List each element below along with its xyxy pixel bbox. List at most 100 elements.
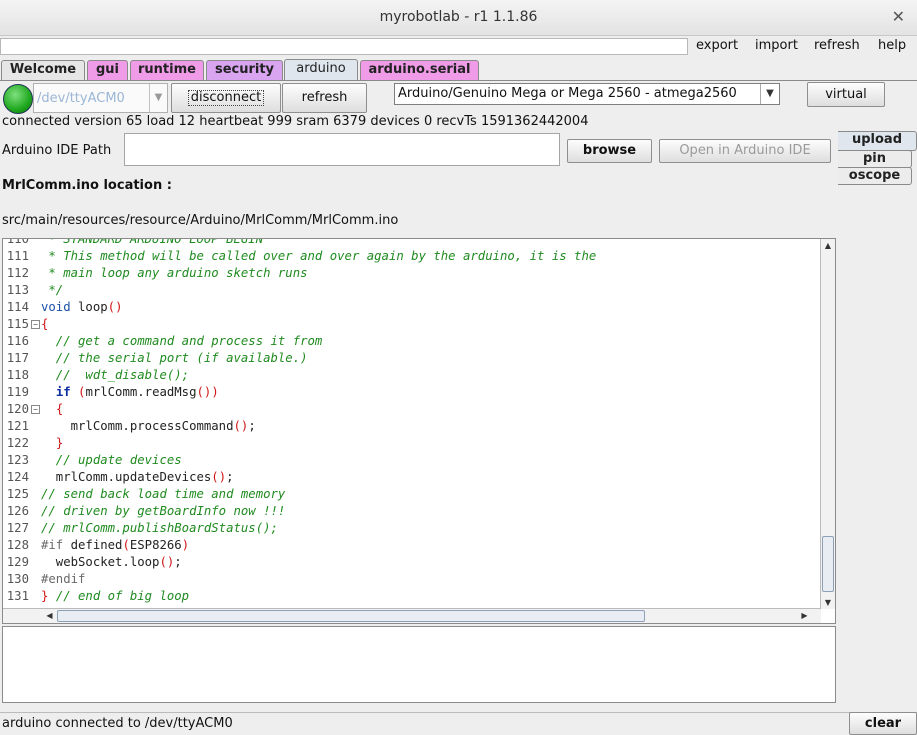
open-arduino-ide-button[interactable]: Open in Arduino IDE <box>659 139 831 163</box>
code-line[interactable]: 130 #endif <box>3 571 821 588</box>
code-line[interactable]: 117 // the serial port (if available.) <box>3 350 821 367</box>
code-text: { <box>55 402 64 416</box>
board-select[interactable]: Arduino/Genuino Mega or Mega 2560 - atme… <box>394 83 780 105</box>
scroll-up-icon[interactable]: ▲ <box>821 239 835 252</box>
disconnect-button[interactable]: disconnect <box>171 83 281 113</box>
line-number: 118 <box>6 368 29 382</box>
tab-arduino-serial[interactable]: arduino.serial <box>360 60 479 80</box>
code-text: // mrlComm.publishBoardStatus(); <box>41 521 278 535</box>
code-line[interactable]: 131 } // end of big loop <box>3 588 821 605</box>
virtual-button[interactable]: virtual <box>807 82 885 107</box>
menu-help[interactable]: help <box>878 38 906 53</box>
code-line[interactable]: 118 // wdt_disable(); <box>3 367 821 384</box>
code-line[interactable]: 126 // driven by getBoardInfo now !!! <box>3 503 821 520</box>
code-line[interactable]: 123 // update devices <box>3 452 821 469</box>
code-text: // wdt_disable(); <box>41 368 190 382</box>
line-number: 120 <box>6 402 29 416</box>
scroll-left-icon[interactable]: ◀ <box>43 609 56 623</box>
connection-status-led <box>3 84 33 114</box>
code-line[interactable]: 111 * This method will be called over an… <box>3 248 821 265</box>
code-line[interactable]: 125 // send back load time and memory <box>3 486 821 503</box>
tab-runtime[interactable]: runtime <box>130 60 204 80</box>
chevron-down-icon[interactable]: ▼ <box>760 84 779 104</box>
code-line[interactable]: 124 mrlComm.updateDevices(); <box>3 469 821 486</box>
code-editor[interactable]: 110 * STANDARD ARDUINO LOOP BEGIN 111 * T… <box>2 238 836 624</box>
code-line[interactable]: 129 webSocket.loop(); <box>3 554 821 571</box>
line-number: 112 <box>6 266 29 280</box>
fold-toggle-icon[interactable]: − <box>31 405 40 414</box>
code-line[interactable]: 122 } <box>3 435 821 452</box>
code-text: } <box>55 436 64 450</box>
line-number: 113 <box>6 283 29 297</box>
tab-upload[interactable]: upload <box>838 131 917 151</box>
menu-refresh[interactable]: refresh <box>814 38 860 53</box>
line-number: 128 <box>6 538 29 552</box>
clear-button[interactable]: clear <box>849 712 917 735</box>
fold-toggle-icon[interactable]: − <box>31 320 40 329</box>
ide-path-input[interactable] <box>124 133 560 166</box>
line-number: 117 <box>6 351 29 365</box>
code-text: if (mrlComm.readMsg()) <box>55 385 219 399</box>
tab-gui[interactable]: gui <box>87 60 128 80</box>
code-text: * This method will be called over and ov… <box>41 249 597 263</box>
code-line[interactable]: 116 // get a command and process it from <box>3 333 821 350</box>
code-text: { <box>41 317 49 331</box>
scroll-down-icon[interactable]: ▼ <box>821 596 835 609</box>
menu-export[interactable]: export <box>696 38 738 53</box>
code-text: mrlComm.updateDevices(); <box>41 470 234 484</box>
line-number: 123 <box>6 453 29 467</box>
code-text: */ <box>41 283 64 297</box>
code-line[interactable]: 114 void loop() <box>3 299 821 316</box>
disconnect-label: disconnect <box>187 90 265 106</box>
horizontal-scrollbar[interactable]: ◀ ▶ <box>3 608 821 623</box>
window-title: myrobotlab - r1 1.1.86 <box>379 9 538 25</box>
code-text: * STANDARD ARDUINO LOOP BEGIN <box>41 239 264 246</box>
line-number: 130 <box>6 572 29 586</box>
code-line[interactable]: 121 mrlComm.processCommand(); <box>3 418 821 435</box>
service-tabs: Welcome gui runtime security arduino ard… <box>0 59 917 81</box>
line-number: 127 <box>6 521 29 535</box>
code-line[interactable]: 112 * main loop any arduino sketch runs <box>3 265 821 282</box>
menu-import[interactable]: import <box>755 38 798 53</box>
code-line[interactable]: 119 if (mrlComm.readMsg()) <box>3 384 821 401</box>
status-bar: arduino connected to /dev/ttyACM0 clear <box>0 712 917 735</box>
close-icon[interactable]: ✕ <box>892 7 905 26</box>
scroll-right-icon[interactable]: ▶ <box>798 609 811 623</box>
output-console[interactable] <box>2 626 836 703</box>
mrlcomm-location-label: MrlComm.ino location : <box>2 178 172 193</box>
tab-security[interactable]: security <box>206 60 283 80</box>
board-value: Arduino/Genuino Mega or Mega 2560 - atme… <box>398 86 737 101</box>
line-number: 131 <box>6 589 29 603</box>
tab-arduino[interactable]: arduino <box>284 59 358 81</box>
code-line[interactable]: 115−{ <box>3 316 821 333</box>
code-lines[interactable]: 110 * STANDARD ARDUINO LOOP BEGIN 111 * T… <box>3 239 821 609</box>
vertical-scroll-thumb[interactable] <box>822 536 834 592</box>
code-line[interactable]: 128 #if defined(ESP8266) <box>3 537 821 554</box>
code-line[interactable]: 110 * STANDARD ARDUINO LOOP BEGIN <box>3 239 821 248</box>
code-text: } // end of big loop <box>41 589 190 603</box>
port-select[interactable]: /dev/ttyACM0 ▼ <box>33 83 168 113</box>
mrlcomm-path: src/main/resources/resource/Arduino/MrlC… <box>2 213 399 228</box>
port-refresh-button[interactable]: refresh <box>282 83 367 113</box>
code-line[interactable]: 113 */ <box>3 282 821 299</box>
code-text: // the serial port (if available.) <box>41 351 308 365</box>
tab-oscope[interactable]: oscope <box>838 167 912 185</box>
code-text: #if defined(ESP8266) <box>41 538 190 552</box>
code-text: * main loop any arduino sketch runs <box>41 266 308 280</box>
code-line[interactable]: 127 // mrlComm.publishBoardStatus(); <box>3 520 821 537</box>
line-number: 129 <box>6 555 29 569</box>
menu-blank-area <box>0 38 688 55</box>
code-text: #endif <box>41 572 86 586</box>
code-line[interactable]: 120− { <box>3 401 821 418</box>
chevron-down-icon[interactable]: ▼ <box>149 84 167 112</box>
tab-pin[interactable]: pin <box>838 150 912 168</box>
code-text: // get a command and process it from <box>41 334 323 348</box>
status-message: arduino connected to /dev/ttyACM0 <box>2 716 233 731</box>
code-text: webSocket.loop(); <box>41 555 182 569</box>
tab-welcome[interactable]: Welcome <box>1 60 85 80</box>
horizontal-scroll-thumb[interactable] <box>57 610 645 622</box>
browse-button[interactable]: browse <box>567 139 652 163</box>
vertical-scrollbar[interactable]: ▲ ▼ <box>820 239 835 609</box>
line-number: 114 <box>6 300 29 314</box>
port-value: /dev/ttyACM0 <box>37 91 125 106</box>
